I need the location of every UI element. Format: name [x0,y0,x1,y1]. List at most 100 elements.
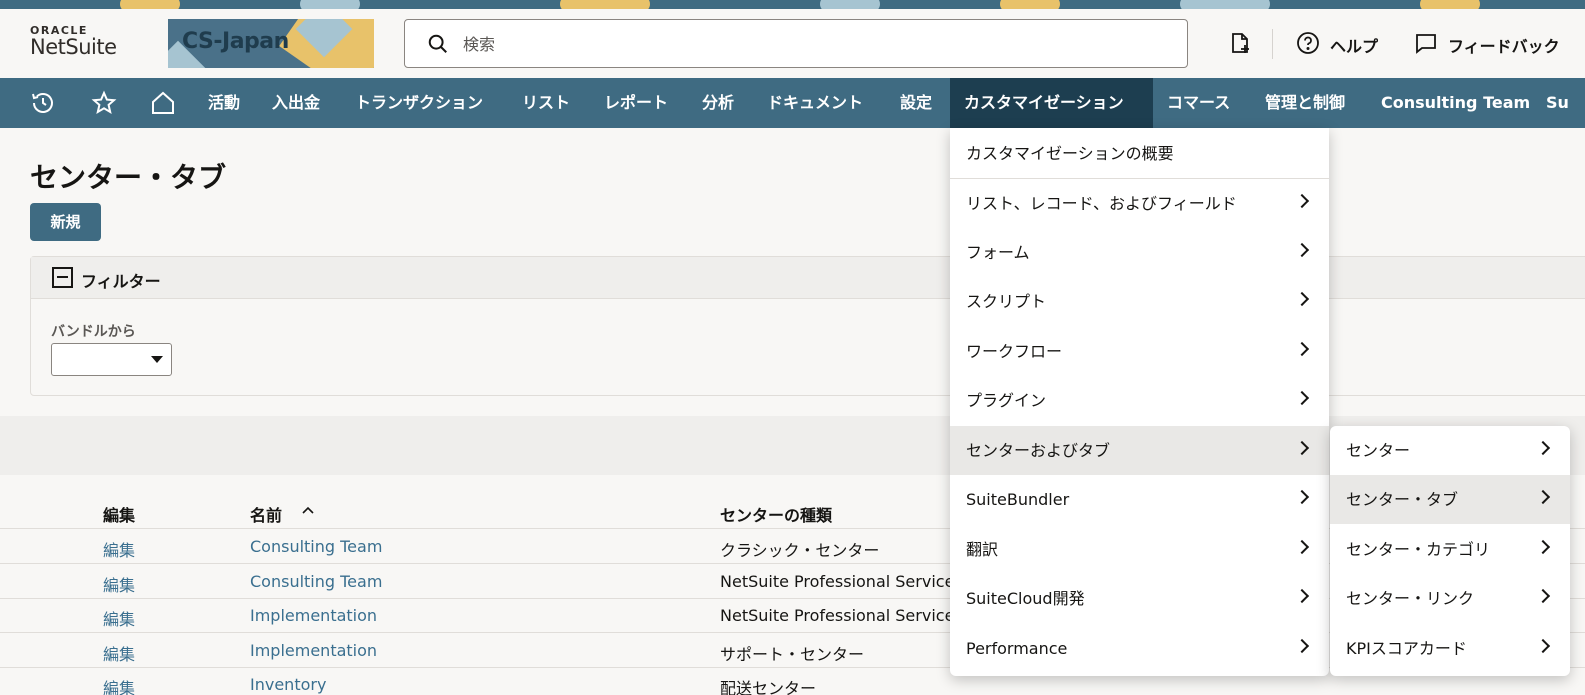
submenu-item-centers[interactable]: センター [1330,426,1570,475]
bundle-filter-select[interactable] [51,343,172,376]
menu-item-forms[interactable]: フォーム [950,228,1329,277]
menu-item-label: カスタマイゼーションの概要 [966,144,1174,163]
row-center-type: NetSuite Professional Services [720,572,963,591]
menu-item-label: ワークフロー [966,342,1063,361]
row-edit-link[interactable]: 編集 [103,537,135,561]
global-search[interactable] [404,19,1188,68]
nav-item-activities[interactable]: 活動 [194,78,254,128]
main-navigation: 活動 入出金 トランザクション リスト レポート 分析 ドキュメント 設定 カス… [0,78,1585,128]
menu-item-suitecloud-development[interactable]: SuiteCloud開発 [950,574,1329,623]
chevron-right-icon [1294,291,1310,307]
menu-item-lists-records-fields[interactable]: リスト、レコード、およびフィールド [950,179,1329,228]
customization-dropdown-menu: カスタマイゼーションの概要 リスト、レコード、およびフィールド フォーム スクリ… [950,128,1329,676]
favorites-star-icon[interactable] [91,90,117,116]
nav-item-transactions[interactable]: トランザクション [341,78,497,128]
chevron-right-icon [1535,440,1551,456]
row-center-type: サポート・センター [720,645,865,664]
netsuite-logo[interactable]: ORACLE NetSuite [30,24,117,59]
submenu-item-center-categories[interactable]: センター・カテゴリ [1330,525,1570,574]
new-button[interactable]: 新規 [30,203,101,241]
nav-item-admin-control[interactable]: 管理と制御 [1251,78,1359,128]
menu-item-centers-and-tabs[interactable]: センターおよびタブ [950,426,1329,475]
submenu-item-center-links[interactable]: センター・リンク [1330,574,1570,623]
nav-item-documents[interactable]: ドキュメント [753,78,877,128]
row-name-link[interactable]: Consulting Team [250,537,382,556]
menu-item-label: フォーム [966,243,1030,262]
menu-item-performance[interactable]: Performance [950,624,1329,673]
menu-item-scripts[interactable]: スクリプト [950,277,1329,326]
help-link[interactable]: ヘルプ [1330,33,1378,57]
chevron-right-icon [1535,539,1551,555]
chevron-right-icon [1294,638,1310,654]
page-title: センター・タブ [30,161,227,194]
sort-ascending-icon[interactable] [302,505,314,515]
menu-item-label: KPIスコアカード [1346,639,1467,658]
top-decorative-stripe [0,0,1585,9]
menu-item-label: リスト、レコード、およびフィールド [966,194,1237,213]
menu-item-customization-overview[interactable]: カスタマイゼーションの概要 [950,129,1329,178]
company-banner-text: CS-Japan [182,29,289,54]
logo-netsuite-text: NetSuite [30,35,117,59]
row-edit-link[interactable]: 編集 [103,572,135,596]
feedback-icon[interactable] [1414,31,1438,55]
row-edit-link[interactable]: 編集 [103,641,135,665]
row-center-type: 配送センター [720,679,817,695]
nav-item-setup[interactable]: 設定 [886,78,946,128]
menu-item-label: センターおよびタブ [966,441,1111,460]
nav-item-analytics[interactable]: 分析 [688,78,748,128]
row-name-link[interactable]: Inventory [250,675,326,694]
menu-item-translation[interactable]: 翻訳 [950,525,1329,574]
column-header-center-type: センターの種類 [720,506,833,525]
collapse-minus-icon[interactable] [52,267,73,288]
centers-and-tabs-submenu: センター センター・タブ センター・カテゴリ センター・リンク KPIスコアカー… [1330,426,1570,676]
search-input[interactable] [463,31,1163,57]
nav-item-commerce[interactable]: コマース [1153,78,1244,128]
chevron-right-icon [1294,341,1310,357]
bundle-filter-label: バンドルから [51,324,136,340]
menu-item-suitebundler[interactable]: SuiteBundler [950,475,1329,524]
column-header-edit: 編集 [103,506,136,525]
search-icon [428,34,447,53]
dropdown-caret-icon [151,356,163,363]
menu-item-label: センター・タブ [1346,490,1459,509]
recent-history-icon[interactable] [30,90,56,116]
row-edit-link[interactable]: 編集 [103,606,135,630]
create-document-icon[interactable] [1228,31,1252,55]
row-name-link[interactable]: Implementation [250,606,377,625]
nav-item-customization[interactable]: カスタマイゼーション [950,78,1153,128]
home-icon[interactable] [150,90,176,116]
menu-item-label: プラグイン [966,391,1047,410]
chevron-right-icon [1294,588,1310,604]
row-center-type: NetSuite Professional Services [720,606,963,625]
nav-item-suite-truncated[interactable]: Su [1532,78,1583,128]
feedback-link[interactable]: フィードバック [1448,33,1560,57]
header-divider [1272,29,1273,59]
column-header-name[interactable]: 名前 [250,502,282,526]
menu-item-workflow[interactable]: ワークフロー [950,327,1329,376]
chevron-right-icon [1535,588,1551,604]
nav-item-consulting-team[interactable]: Consulting Team [1367,78,1544,128]
nav-item-payments[interactable]: 入出金 [258,78,334,128]
menu-item-label: センター [1346,441,1411,460]
chevron-right-icon [1294,539,1310,555]
filter-title: フィルター [81,272,161,291]
menu-item-label: 翻訳 [966,540,999,559]
nav-item-lists[interactable]: リスト [508,78,584,128]
chevron-right-icon [1294,440,1310,456]
row-name-link[interactable]: Consulting Team [250,572,382,591]
row-name-link[interactable]: Implementation [250,641,377,660]
menu-item-plugins[interactable]: プラグイン [950,376,1329,425]
chevron-right-icon [1294,193,1310,209]
chevron-right-icon [1535,489,1551,505]
submenu-item-center-tabs[interactable]: センター・タブ [1330,475,1570,524]
app-header: ORACLE NetSuite CS-Japan ヘルプ フィードバック [0,9,1585,78]
menu-item-label: センター・リンク [1346,589,1475,608]
filter-header[interactable]: フィルター [31,257,1585,299]
row-edit-link[interactable]: 編集 [103,675,135,695]
chevron-right-icon [1294,242,1310,258]
menu-item-label: スクリプト [966,292,1047,311]
help-icon[interactable] [1296,31,1320,55]
nav-item-reports[interactable]: レポート [590,78,682,128]
menu-item-label: Performance [966,639,1068,658]
submenu-item-kpi-scorecards[interactable]: KPIスコアカード [1330,624,1570,673]
